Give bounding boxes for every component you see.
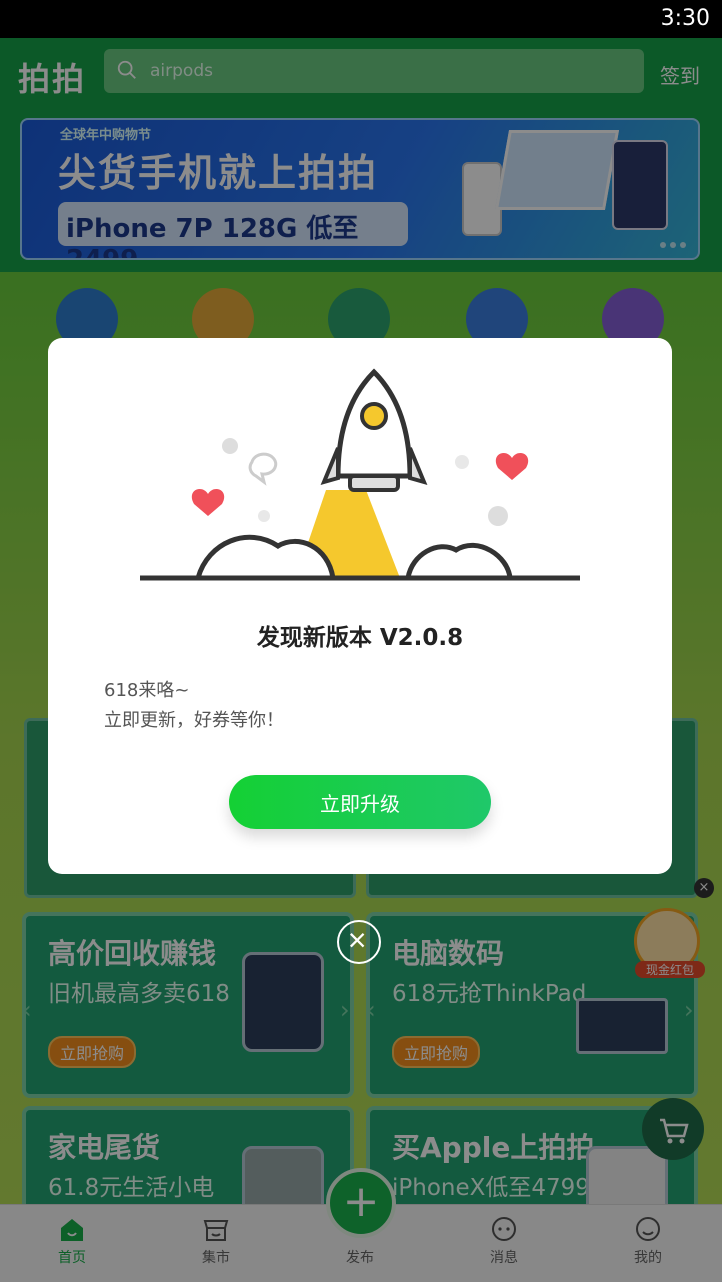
status-time: 3:30 bbox=[660, 6, 710, 31]
upgrade-button[interactable]: 立即升级 bbox=[229, 775, 491, 829]
dialog-message: 618来咯~ 立即更新，好券等你！ bbox=[104, 676, 284, 736]
update-dialog: 发现新版本 V2.0.8 618来咯~ 立即更新，好券等你！ 立即升级 bbox=[48, 338, 672, 874]
dialog-close-button[interactable] bbox=[337, 920, 381, 964]
dialog-message-line: 618来咯~ bbox=[104, 680, 190, 701]
status-bar: 3:30 bbox=[0, 0, 722, 38]
dialog-message-line: 立即更新，好券等你！ bbox=[104, 710, 284, 731]
rocket-illustration bbox=[140, 368, 580, 581]
dialog-title: 发现新版本 V2.0.8 bbox=[256, 625, 464, 651]
close-icon bbox=[350, 933, 365, 948]
